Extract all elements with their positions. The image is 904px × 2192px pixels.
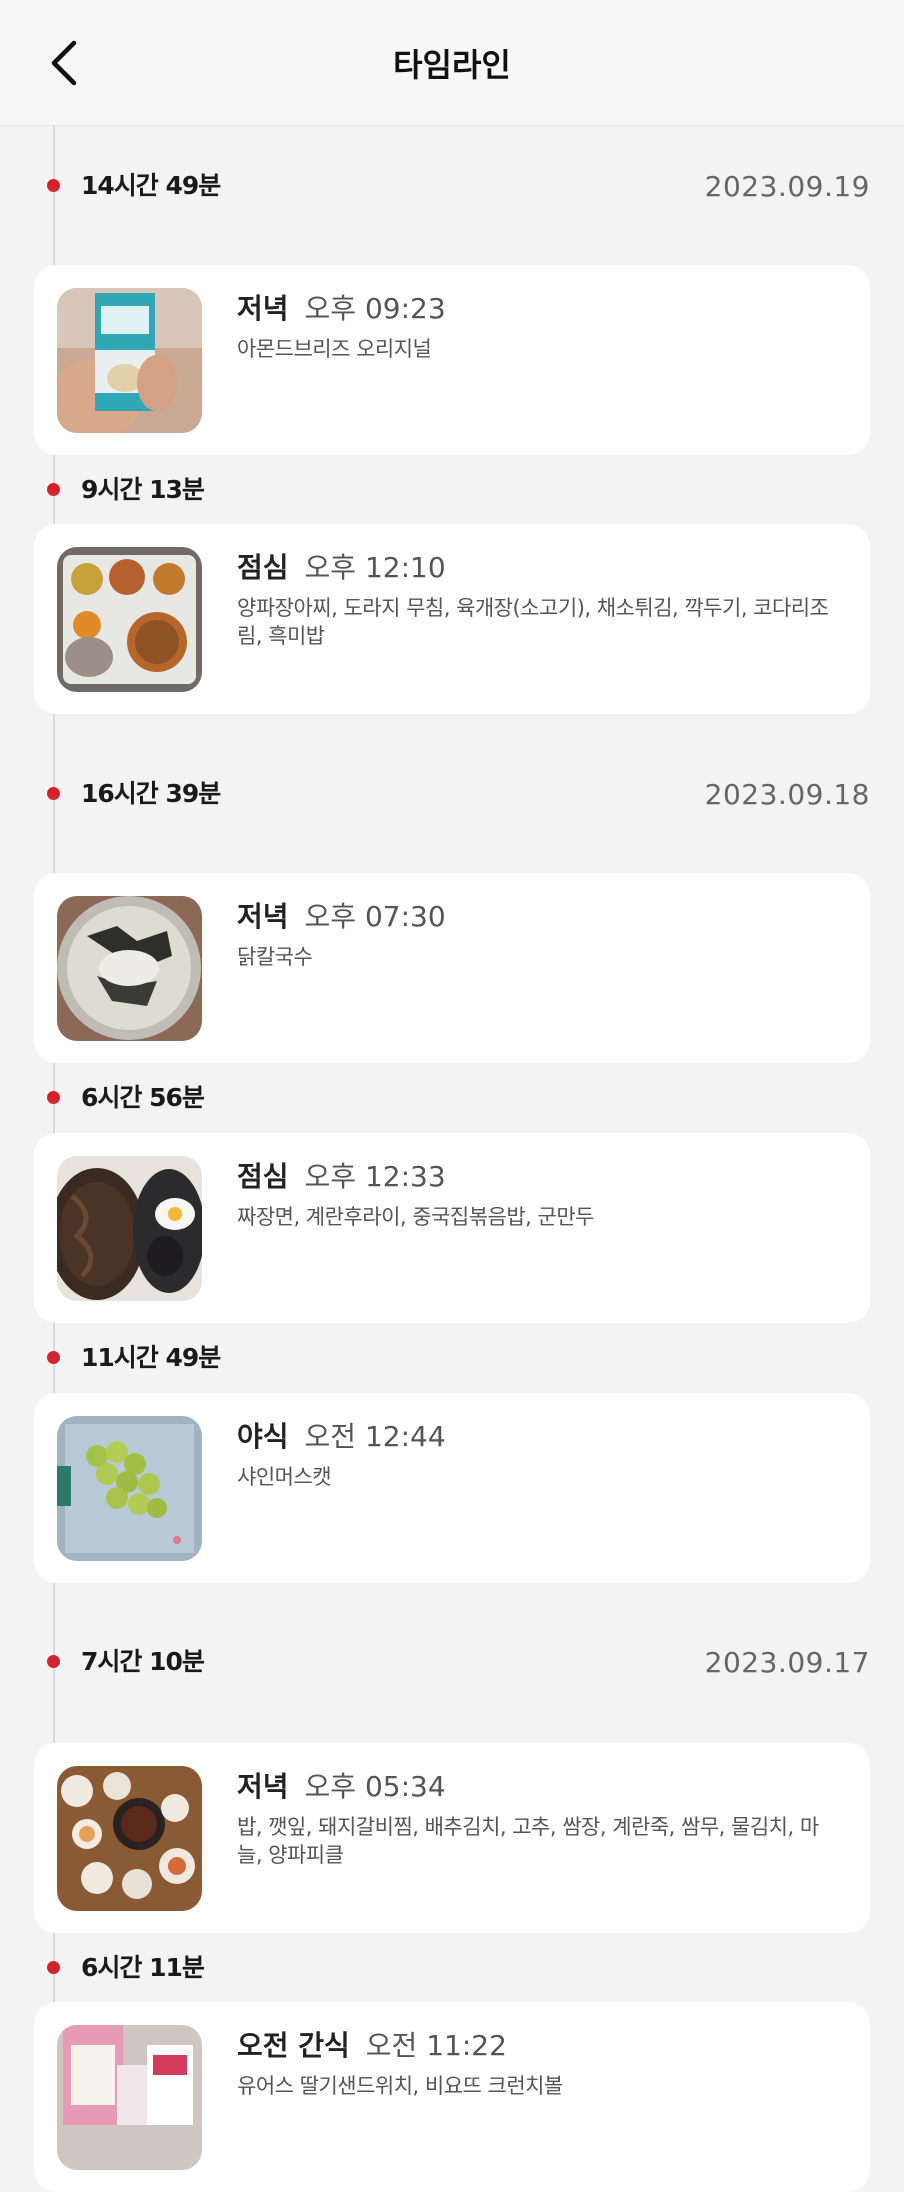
meal-photo xyxy=(57,1156,202,1301)
meal-items: 닭칼국수 xyxy=(237,945,313,969)
meal-time: 오후 12:10 xyxy=(304,551,446,584)
meal-items: 밥, 깻잎, 돼지갈비찜, 배추김치, 고추, 쌈장, 계란죽, 쌈무, 물김치… xyxy=(237,1815,819,1867)
meal-card[interactable]: 점심 오후 12:10 양파장아찌, 도라지 무침, 육개장(소고기), 채소튀김… xyxy=(34,524,870,714)
timeline-dot xyxy=(47,1091,60,1104)
meal-time: 오후 07:30 xyxy=(304,900,446,933)
gap-label: 11시간 49분 xyxy=(81,1343,221,1372)
date-label: 2023.09.17 xyxy=(704,1646,870,1679)
meal-title: 야식 오전 12:44 xyxy=(237,1417,446,1457)
meal-items: 유어스 딸기샌드위치, 비요뜨 크런치볼 xyxy=(237,2074,563,2098)
meal-photo xyxy=(57,896,202,1041)
page-title: 타임라인 xyxy=(393,46,511,84)
timeline-dot xyxy=(47,787,60,800)
meal-type: 점심 xyxy=(237,1160,289,1193)
meal-type: 야식 xyxy=(237,1420,289,1453)
meal-card[interactable]: 야식 오전 12:44 샤인머스캣 xyxy=(34,1393,870,1583)
meal-items: 아몬드브리즈 오리지널 xyxy=(237,337,432,361)
meal-time: 오후 12:33 xyxy=(304,1160,446,1193)
gap-label: 9시간 13분 xyxy=(81,475,205,504)
gap-label: 6시간 56분 xyxy=(81,1083,205,1112)
timeline-dot xyxy=(47,1351,60,1364)
timeline-dot xyxy=(47,483,60,496)
timeline-dot xyxy=(47,1655,60,1668)
gap-label: 14시간 49분 xyxy=(81,171,221,200)
date-label: 2023.09.19 xyxy=(704,170,870,203)
meal-time: 오후 09:23 xyxy=(304,292,446,325)
meal-items: 샤인머스캣 xyxy=(237,1465,332,1489)
meal-title: 저녁 오후 05:34 xyxy=(237,1767,446,1807)
meal-time: 오전 12:44 xyxy=(304,1420,446,1453)
gap-label: 6시간 11분 xyxy=(81,1953,205,1982)
meal-type: 점심 xyxy=(237,551,289,584)
meal-photo xyxy=(57,2025,202,2170)
meal-card[interactable]: 저녁 오후 07:30 닭칼국수 xyxy=(34,873,870,1063)
meal-title: 점심 오후 12:33 xyxy=(237,1157,446,1197)
meal-time: 오후 05:34 xyxy=(304,1770,446,1803)
meal-title: 저녁 오후 09:23 xyxy=(237,289,446,329)
meal-title: 오전 간식 오전 11:22 xyxy=(237,2026,507,2066)
meal-type: 오전 간식 xyxy=(237,2029,350,2062)
meal-title: 점심 오후 12:10 xyxy=(237,548,446,588)
meal-type: 저녁 xyxy=(237,292,289,325)
meal-title: 저녁 오후 07:30 xyxy=(237,897,446,937)
gap-label: 16시간 39분 xyxy=(81,779,221,808)
meal-card[interactable]: 점심 오후 12:33 짜장면, 계란후라이, 중국집볶음밥, 군만두 xyxy=(34,1133,870,1323)
meal-photo xyxy=(57,547,202,692)
meal-card[interactable]: 오전 간식 오전 11:22 유어스 딸기샌드위치, 비요뜨 크런치볼 xyxy=(34,2002,870,2192)
gap-label: 7시간 10분 xyxy=(81,1647,205,1676)
date-label: 2023.09.18 xyxy=(704,778,870,811)
meal-type: 저녁 xyxy=(237,1770,289,1803)
meal-type: 저녁 xyxy=(237,900,289,933)
meal-card[interactable]: 저녁 오후 09:23 아몬드브리즈 오리지널 xyxy=(34,265,870,455)
meal-items: 짜장면, 계란후라이, 중국집볶음밥, 군만두 xyxy=(237,1205,595,1229)
timeline-dot xyxy=(47,1961,60,1974)
meal-photo xyxy=(57,288,202,433)
meal-time: 오전 11:22 xyxy=(365,2029,507,2062)
meal-items: 양파장아찌, 도라지 무침, 육개장(소고기), 채소튀김, 깍두기, 코다리조… xyxy=(237,596,829,648)
timeline-dot xyxy=(47,179,60,192)
meal-card[interactable]: 저녁 오후 05:34 밥, 깻잎, 돼지갈비찜, 배추김치, 고추, 쌈장, 계… xyxy=(34,1743,870,1933)
meal-photo xyxy=(57,1766,202,1911)
meal-photo xyxy=(57,1416,202,1561)
app-header: 타임라인 xyxy=(0,0,904,126)
